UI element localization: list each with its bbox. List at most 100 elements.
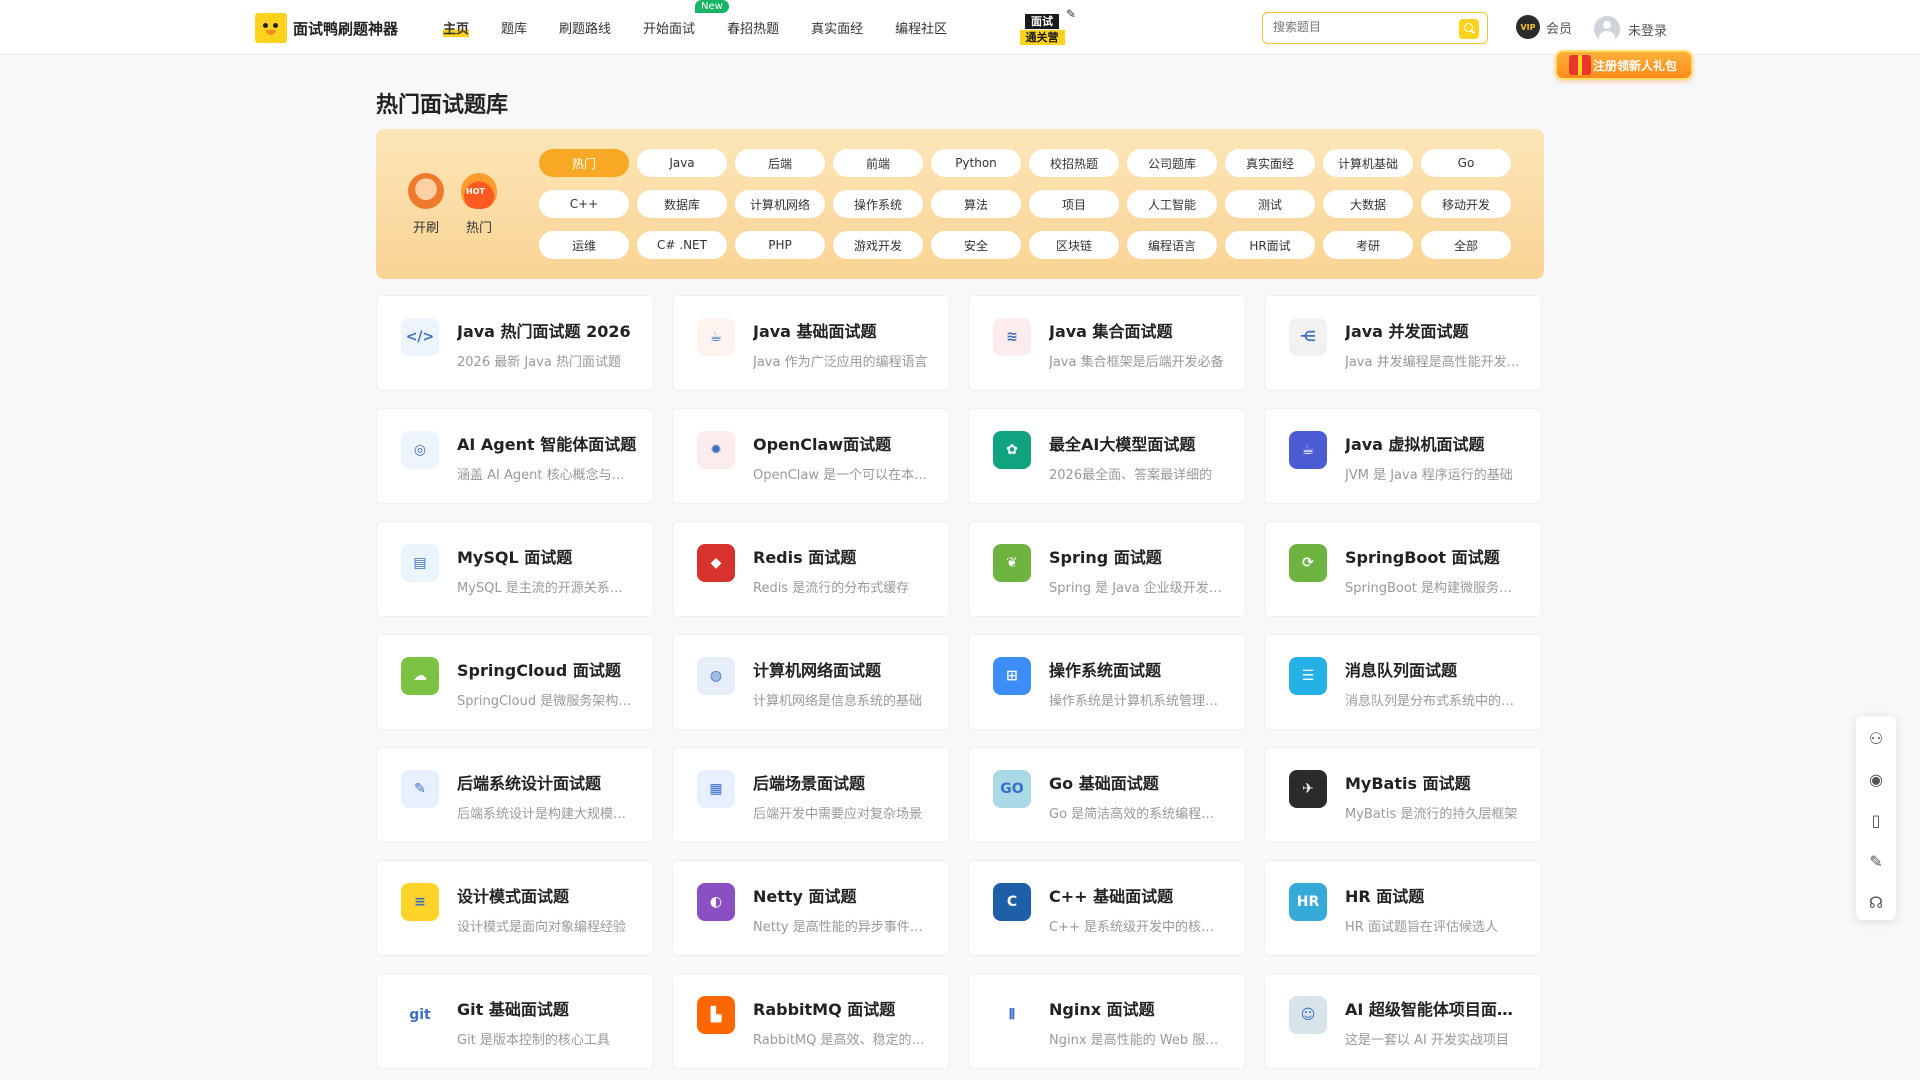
- nav-spring-hot[interactable]: 春招热题: [727, 18, 779, 37]
- question-bank-card[interactable]: C C++ 基础面试题 C++ 是系统级开发中的核心语言: [968, 860, 1246, 956]
- bootcamp-promo-logo[interactable]: 面试 通关营 ✎: [1006, 7, 1078, 47]
- question-bank-card[interactable]: ≡ 设计模式面试题 设计模式是面向对象编程经验: [376, 860, 654, 956]
- tag-25[interactable]: 区块链: [1029, 231, 1119, 259]
- mobile-icon[interactable]: ▯: [1866, 810, 1886, 830]
- question-bank-card[interactable]: ❦ Spring 面试题 Spring 是 Java 企业级开发框架: [968, 521, 1246, 617]
- edit-pen-icon[interactable]: ✎: [1866, 851, 1886, 871]
- card-description: Java 作为广泛应用的编程语言: [753, 355, 928, 370]
- tag-6[interactable]: 公司题库: [1127, 149, 1217, 177]
- question-bank-card[interactable]: GO Go 基础面试题 Go 是简洁高效的系统编程语言: [968, 747, 1246, 843]
- tag-23[interactable]: 游戏开发: [833, 231, 923, 259]
- question-bank-card[interactable]: ✎ 后端系统设计面试题 后端系统设计是构建大规模系统: [376, 747, 654, 843]
- cloud-leaf-icon: ☁: [401, 657, 439, 695]
- question-bank-card[interactable]: ▙ RabbitMQ 面试题 RabbitMQ 是高效、稳定的消息队列: [672, 973, 950, 1069]
- nav-start-interview[interactable]: 开始面试 New: [643, 0, 729, 37]
- rabbitmq-icon: ▙: [697, 996, 735, 1034]
- question-bank-card[interactable]: ☁ SpringCloud 面试题 SpringCloud 是微服务架构方案: [376, 634, 654, 730]
- card-title: Netty 面试题: [753, 887, 857, 906]
- tag-14[interactable]: 算法: [931, 190, 1021, 218]
- tag-21[interactable]: C# .NET: [637, 231, 727, 259]
- tag-13[interactable]: 操作系统: [833, 190, 923, 218]
- nav-community[interactable]: 编程社区: [895, 18, 947, 37]
- question-bank-card[interactable]: ☕ Java 基础面试题 Java 作为广泛应用的编程语言: [672, 295, 950, 391]
- tag-20[interactable]: 运维: [539, 231, 629, 259]
- vip-entry[interactable]: VIP 会员: [1516, 15, 1572, 39]
- wechat-icon[interactable]: ◉: [1866, 769, 1886, 789]
- tag-8[interactable]: 计算机基础: [1323, 149, 1413, 177]
- feedback-person-icon[interactable]: ⚇: [1866, 728, 1886, 748]
- tag-28[interactable]: 考研: [1323, 231, 1413, 259]
- tag-18[interactable]: 大数据: [1323, 190, 1413, 218]
- headset-icon[interactable]: ☊: [1866, 892, 1886, 912]
- question-bank-card[interactable]: ☕ Java 虚拟机面试题 JVM 是 Java 程序运行的基础: [1264, 408, 1542, 504]
- tag-26[interactable]: 编程语言: [1127, 231, 1217, 259]
- question-bank-card[interactable]: ▦ 后端场景面试题 后端开发中需要应对复杂场景: [672, 747, 950, 843]
- card-title: C++ 基础面试题: [1049, 887, 1174, 906]
- question-bank-card[interactable]: ≋ Java 集合面试题 Java 集合框架是后端开发必备: [968, 295, 1246, 391]
- question-bank-card[interactable]: ✈ MyBatis 面试题 MyBatis 是流行的持久层框架: [1264, 747, 1542, 843]
- tag-4[interactable]: Python: [931, 149, 1021, 177]
- site-logo[interactable]: 面试鸭刷题神器: [255, 13, 398, 43]
- question-bank-card[interactable]: HR HR 面试题 HR 面试题旨在评估候选人: [1264, 860, 1542, 956]
- card-title: 后端场景面试题: [753, 774, 866, 793]
- tag-12[interactable]: 计算机网络: [735, 190, 825, 218]
- tag-19[interactable]: 移动开发: [1421, 190, 1511, 218]
- quick-start-button[interactable]: 开刷: [404, 173, 448, 236]
- search-input[interactable]: [1273, 20, 1443, 34]
- card-title: Redis 面试题: [753, 548, 857, 567]
- tag-16[interactable]: 人工智能: [1127, 190, 1217, 218]
- question-bank-card[interactable]: ◐ Netty 面试题 Netty 是高性能的异步事件框架: [672, 860, 950, 956]
- card-description: Java 并发编程是高性能开发核心: [1345, 355, 1520, 370]
- tag-7[interactable]: 真实面经: [1225, 149, 1315, 177]
- notepad-icon: ≡: [401, 883, 439, 921]
- tag-15[interactable]: 项目: [1029, 190, 1119, 218]
- tag-9[interactable]: Go: [1421, 149, 1511, 177]
- card-description: 2026 最新 Java 热门面试题: [457, 355, 621, 370]
- nav-real-interviews[interactable]: 真实面经: [811, 18, 863, 37]
- tag-10[interactable]: C++: [539, 190, 629, 218]
- question-bank-card[interactable]: ✹ OpenClaw面试题 OpenClaw 是一个可以在本地运行的: [672, 408, 950, 504]
- question-bank-card[interactable]: </> Java 热门面试题 2026 2026 最新 Java 热门面试题: [376, 295, 654, 391]
- question-bank-card[interactable]: ⋲ Java 并发面试题 Java 并发编程是高性能开发核心: [1264, 295, 1542, 391]
- tag-29[interactable]: 全部: [1421, 231, 1511, 259]
- hot-icon: HOT: [461, 173, 497, 209]
- tag-2[interactable]: 后端: [735, 149, 825, 177]
- page-title: 热门面试题库: [376, 93, 509, 118]
- cpp-icon: C: [993, 883, 1031, 921]
- tag-0[interactable]: 热门: [539, 149, 629, 177]
- quick-hot-button[interactable]: HOT 热门: [457, 173, 501, 236]
- main-nav: 主页 题库 刷题路线 开始面试 New 春招热题 真实面经 编程社区: [443, 0, 979, 55]
- question-bank-card[interactable]: ⊞ 操作系统面试题 操作系统是计算机系统管理核心: [968, 634, 1246, 730]
- mysql-icon: ▤: [401, 544, 439, 582]
- question-bank-card[interactable]: ☺ AI 超级智能体项目面试题 这是一套以 AI 开发实战项目: [1264, 973, 1542, 1069]
- nav-question-bank[interactable]: 题库: [501, 18, 527, 37]
- tag-1[interactable]: Java: [637, 149, 727, 177]
- question-bank-card[interactable]: ◍ 计算机网络面试题 计算机网络是信息系统的基础: [672, 634, 950, 730]
- newcomer-gift-banner[interactable]: 注册领新人礼包: [1555, 50, 1693, 80]
- tag-27[interactable]: HR面试: [1225, 231, 1315, 259]
- card-description: C++ 是系统级开发中的核心语言: [1049, 920, 1224, 935]
- card-description: Java 集合框架是后端开发必备: [1049, 355, 1224, 370]
- card-title: 操作系统面试题: [1049, 661, 1162, 680]
- tag-11[interactable]: 数据库: [637, 190, 727, 218]
- question-bank-card[interactable]: ▤ MySQL 面试题 MySQL 是主流的开源关系型数据库: [376, 521, 654, 617]
- nav-study-routes[interactable]: 刷题路线: [559, 18, 611, 37]
- question-bank-card[interactable]: ◆ Redis 面试题 Redis 是流行的分布式缓存: [672, 521, 950, 617]
- tag-3[interactable]: 前端: [833, 149, 923, 177]
- tag-5[interactable]: 校招热题: [1029, 149, 1119, 177]
- card-title: 设计模式面试题: [457, 887, 570, 906]
- search-icon[interactable]: [1459, 19, 1479, 39]
- vip-label: 会员: [1546, 21, 1573, 37]
- login-entry[interactable]: 未登录: [1594, 16, 1667, 42]
- question-bank-card[interactable]: ✿ 最全AI大模型面试题 2026最全面、答案最详细的: [968, 408, 1246, 504]
- question-bank-card[interactable]: ⟳ SpringBoot 面试题 SpringBoot 是构建微服务的框架: [1264, 521, 1542, 617]
- question-bank-card[interactable]: ☰ 消息队列面试题 消息队列是分布式系统中的组件: [1264, 634, 1542, 730]
- tag-17[interactable]: 测试: [1225, 190, 1315, 218]
- tag-24[interactable]: 安全: [931, 231, 1021, 259]
- question-bank-card[interactable]: ⫴ Nginx 面试题 Nginx 是高性能的 Web 服务器: [968, 973, 1246, 1069]
- nav-home[interactable]: 主页: [443, 18, 470, 37]
- tag-22[interactable]: PHP: [735, 231, 825, 259]
- question-bank-card[interactable]: ◎ AI Agent 智能体面试题 涵盖 AI Agent 核心概念与实践: [376, 408, 654, 504]
- question-bank-card[interactable]: git Git 基础面试题 Git 是版本控制的核心工具: [376, 973, 654, 1069]
- card-title: SpringCloud 面试题: [457, 661, 621, 680]
